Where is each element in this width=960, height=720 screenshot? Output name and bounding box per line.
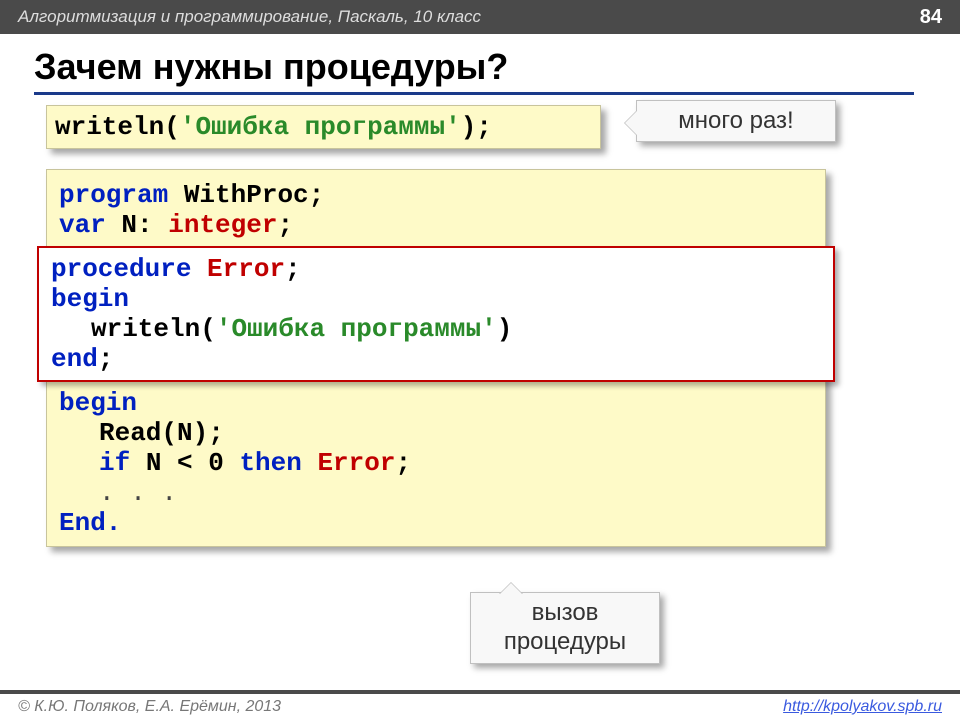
fn-read: Read [99,418,161,448]
slide-header: Алгоритмизация и программирование, Паска… [0,0,960,34]
kw-procedure: procedure [51,254,207,284]
semicolon: ; [98,344,114,374]
string-quote: ' [180,112,196,142]
paren: ( [200,314,216,344]
kw-end: end [51,344,98,374]
type-name: integer [168,210,277,240]
fn-writeln: writeln [91,314,200,344]
kw-end: End. [59,508,813,538]
code-line: var N: integer; [59,210,813,240]
code-snippet-top: writeln('Ошибка программы'); [46,105,601,149]
callout-proc-call: вызов процедуры [470,592,660,664]
kw-begin: begin [59,388,813,418]
kw-if: if [99,448,146,478]
string-quote: ' [216,314,232,344]
kw-then: then [239,448,317,478]
callout-line1: вызов [481,599,649,628]
code-keyword: writeln [55,112,164,142]
kw-program: program [59,180,184,210]
semicolon: ; [277,210,293,240]
header-subject: Алгоритмизация и программирование, Паска… [18,7,481,27]
code-line: Read(N); [59,418,813,448]
string-quote: ' [481,314,497,344]
program-name: WithProc; [184,180,324,210]
code-line: if N < 0 then Error; [59,448,813,478]
semicolon: ; [285,254,301,284]
code-line: end; [51,344,821,374]
semicolon: ; [395,448,411,478]
code-text: ); [461,112,492,142]
args: (N); [161,418,223,448]
slide-title: Зачем нужны процедуры? [34,46,914,95]
code-snippet-main: program WithProc; var N: integer; proced… [46,169,826,547]
string-text: Ошибка программы [231,314,481,344]
author-url[interactable]: http://kpolyakov.spb.ru [783,698,942,716]
var-name: N: [121,210,168,240]
condition: N < 0 [146,448,240,478]
code-line: writeln('Ошибка программы') [51,314,821,344]
callout-many-times: много раз! [636,100,836,142]
paren: ) [497,314,513,344]
ellipsis: . . . [99,478,177,508]
slide-footer: © К.Ю. Поляков, Е.А. Ерёмин, 2013 http:/… [0,690,960,720]
code-line: . . . [59,478,813,508]
code-line: procedure Error; [51,254,821,284]
callout-line2: процедуры [481,628,649,657]
copyright: © К.Ю. Поляков, Е.А. Ерёмин, 2013 [18,698,281,716]
page-number: 84 [920,6,942,29]
code-line: program WithProc; [59,180,813,210]
string-text: Ошибка программы [195,112,445,142]
string-quote: ' [445,112,461,142]
proc-call: Error [317,448,395,478]
procedure-definition-box: procedure Error; begin writeln('Ошибка п… [37,246,835,382]
proc-name: Error [207,254,285,284]
kw-begin: begin [51,284,821,314]
kw-var: var [59,210,121,240]
